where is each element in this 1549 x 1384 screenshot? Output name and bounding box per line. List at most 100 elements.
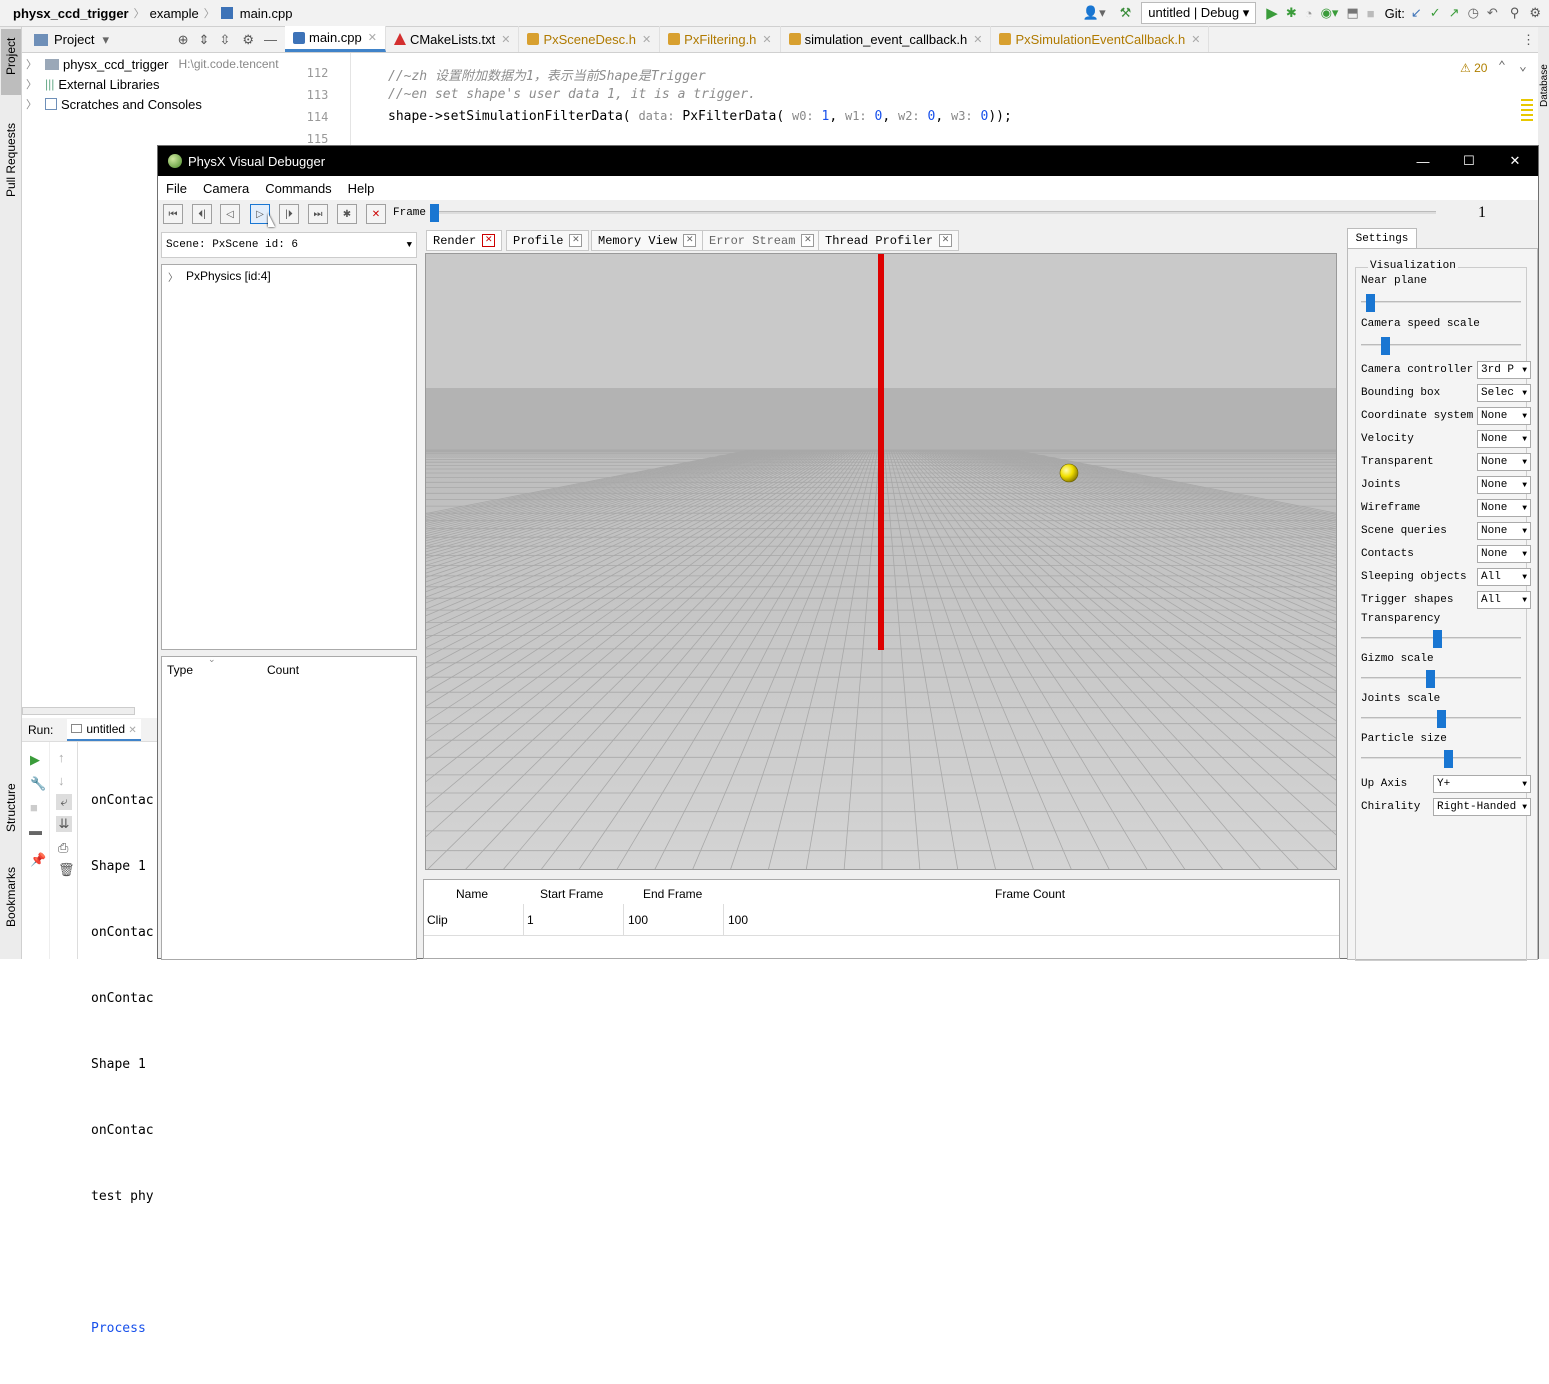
tree-item-external-libraries[interactable]: 〉 ||| External Libraries — [22, 74, 285, 94]
particle-size-slider-thumb[interactable] — [1444, 750, 1454, 768]
collapse-all-icon[interactable]: ⇳ — [219, 32, 230, 48]
particle-size-track[interactable] — [1361, 757, 1521, 759]
user-icon[interactable]: 👤▾ — [1083, 5, 1106, 21]
close-icon[interactable]: ✕ — [569, 234, 583, 247]
tree-item-project[interactable]: 〉 physx_ccd_trigger H:\git.code.tencent — [22, 54, 285, 74]
coverage-icon[interactable]: ◔ — [1305, 6, 1313, 21]
debug-icon[interactable]: ✱ — [1286, 5, 1297, 21]
chevron-right-icon[interactable]: 〉 — [26, 96, 37, 112]
frame-slider-track[interactable] — [431, 211, 1436, 214]
scene-3d-canvas[interactable] — [426, 254, 1337, 870]
tab-pxscenedesc[interactable]: PxSceneDesc.h ✕ — [519, 26, 661, 52]
soft-wrap-icon[interactable]: ⤶ — [56, 794, 72, 810]
transparency-slider-thumb[interactable] — [1433, 630, 1443, 648]
render-viewport[interactable] — [425, 253, 1337, 870]
structure-tool-label[interactable]: Structure — [4, 783, 18, 832]
close-icon[interactable]: ✕ — [368, 31, 377, 44]
sleeping-objects-select[interactable]: All ▼ — [1477, 568, 1531, 586]
camera-speed-slider-thumb[interactable] — [1380, 337, 1390, 355]
hide-icon[interactable]: — — [264, 32, 277, 47]
step-back-icon[interactable]: ⏴| — [192, 204, 212, 224]
database-tool-label[interactable]: Database — [1539, 64, 1549, 107]
up-axis-select[interactable]: Y+ ▼ — [1433, 775, 1531, 793]
near-plane-slider-thumb[interactable] — [1365, 294, 1375, 312]
camera-controller-select[interactable]: 3rd P ▼ — [1477, 361, 1531, 379]
bookmarks-tool-label[interactable]: Bookmarks — [4, 867, 18, 927]
chirality-select[interactable]: Right-Handed ▼ — [1433, 798, 1531, 816]
close-icon[interactable]: ✕ — [128, 725, 136, 736]
attach-icon[interactable]: ⬒ — [1346, 5, 1358, 21]
start-frame-column-header[interactable]: Start Frame — [540, 887, 603, 901]
tab-profile[interactable]: Profile ✕ — [506, 230, 590, 251]
gizmo-scale-slider-thumb[interactable] — [1425, 670, 1435, 688]
close-icon[interactable]: ✕ — [501, 33, 510, 46]
contacts-select[interactable]: None ▼ — [1477, 545, 1531, 563]
code-line[interactable]: shape->setSimulationFilterData( data: Px… — [388, 109, 1012, 124]
rerun-icon[interactable]: ▶ — [30, 752, 49, 768]
debug-bug-icon[interactable]: ✱ — [337, 204, 357, 224]
project-view-label[interactable]: Project — [54, 32, 94, 47]
coordinate-system-select[interactable]: None ▼ — [1477, 407, 1531, 425]
frame-slider-thumb[interactable] — [430, 204, 439, 222]
expand-all-icon[interactable]: ⇕ — [199, 32, 210, 48]
chevron-down-icon[interactable]: ▾ — [102, 32, 109, 48]
close-icon[interactable]: ✕ — [1492, 153, 1538, 169]
breadcrumb-folder[interactable]: example — [147, 6, 202, 21]
build-hammer-icon[interactable]: ⚒ — [1120, 5, 1132, 21]
print-icon[interactable]: ⎙ — [58, 840, 77, 856]
profile-icon[interactable]: ◉▾ — [1321, 5, 1339, 21]
step-forward-icon[interactable]: |⏵ — [279, 204, 299, 224]
tab-error-stream[interactable]: Error Stream ✕ — [702, 230, 822, 251]
velocity-select[interactable]: None ▼ — [1477, 430, 1531, 448]
pin-icon[interactable]: 📌 — [30, 852, 49, 868]
joints-select[interactable]: None ▼ — [1477, 476, 1531, 494]
joints-scale-slider-thumb[interactable] — [1436, 710, 1446, 728]
git-update-icon[interactable]: ↙ — [1411, 5, 1422, 21]
warning-stripe-marks[interactable] — [1521, 99, 1533, 123]
bounding-box-select[interactable]: Selec ▼ — [1477, 384, 1531, 402]
count-column-header[interactable]: Count — [267, 663, 299, 677]
settings-gear-icon[interactable]: ⚙ — [1529, 5, 1541, 21]
chevron-right-icon[interactable]: 〉 — [26, 56, 37, 72]
scene-queries-select[interactable]: None ▼ — [1477, 522, 1531, 540]
tab-settings[interactable]: Settings — [1347, 228, 1417, 248]
close-icon[interactable]: ✕ — [1191, 33, 1200, 46]
code-line[interactable]: //~zh 设置附加数据为1，表示当前Shape是Trigger — [388, 65, 706, 84]
code-editor[interactable]: 112 //~zh 设置附加数据为1，表示当前Shape是Trigger 113… — [285, 53, 1538, 146]
trigger-shapes-select[interactable]: All ▼ — [1477, 591, 1531, 609]
minimize-icon[interactable]: — — [1400, 154, 1446, 169]
tab-thread-profiler[interactable]: Thread Profiler ✕ — [818, 230, 960, 251]
chevron-right-icon[interactable]: 〉 — [168, 269, 178, 284]
near-plane-track[interactable] — [1361, 301, 1521, 303]
close-icon[interactable]: ✕ — [482, 234, 496, 247]
git-rollback-icon[interactable]: ↶ — [1487, 5, 1498, 21]
stop-icon[interactable]: ■ — [1367, 6, 1375, 21]
tab-pxsimulationeventcallback[interactable]: PxSimulationEventCallback.h ✕ — [991, 26, 1210, 52]
menu-help[interactable]: Help — [340, 181, 383, 196]
menu-file[interactable]: File — [158, 181, 195, 196]
chevron-right-icon[interactable]: 〉 — [26, 76, 37, 92]
play-forward-icon[interactable]: ▷ — [250, 204, 270, 224]
table-row[interactable]: Clip 1 100 100 — [424, 904, 1339, 936]
transparent-select[interactable]: None ▼ — [1477, 453, 1531, 471]
scene-select[interactable]: Scene: PxScene id: 6 ▼ — [161, 232, 417, 258]
scroll-to-end-icon[interactable]: ⇊ — [56, 816, 72, 832]
horizontal-scrollbar[interactable] — [22, 707, 135, 715]
close-icon[interactable]: ✕ — [939, 234, 953, 247]
go-to-start-icon[interactable]: ⏮ — [163, 204, 183, 224]
trash-icon[interactable]: 🗑 — [58, 862, 77, 878]
gizmo-scale-track[interactable] — [1361, 677, 1521, 679]
tab-memory-view[interactable]: Memory View ✕ — [591, 230, 704, 251]
git-history-icon[interactable]: ◷ — [1468, 5, 1479, 21]
maximize-icon[interactable]: ☐ — [1446, 153, 1492, 169]
warnings-indicator[interactable]: ⚠ 20 — [1460, 61, 1487, 75]
locate-icon[interactable]: ⊕ — [178, 32, 189, 48]
pvd-title-bar[interactable]: PhysX Visual Debugger — ☐ ✕ — [158, 146, 1538, 176]
close-icon[interactable]: ✕ — [762, 33, 771, 46]
tab-simulation-event-callback[interactable]: simulation_event_callback.h ✕ — [781, 26, 992, 52]
breadcrumb-file[interactable]: main.cpp — [237, 6, 296, 21]
search-icon[interactable]: ⚲ — [1510, 5, 1520, 21]
previous-highlight-icon[interactable]: ⌃ — [1498, 59, 1506, 74]
close-icon[interactable]: ✕ — [973, 33, 982, 46]
run-console-output[interactable]: onContac Shape 1 onContac onContac Shape… — [91, 746, 158, 1384]
